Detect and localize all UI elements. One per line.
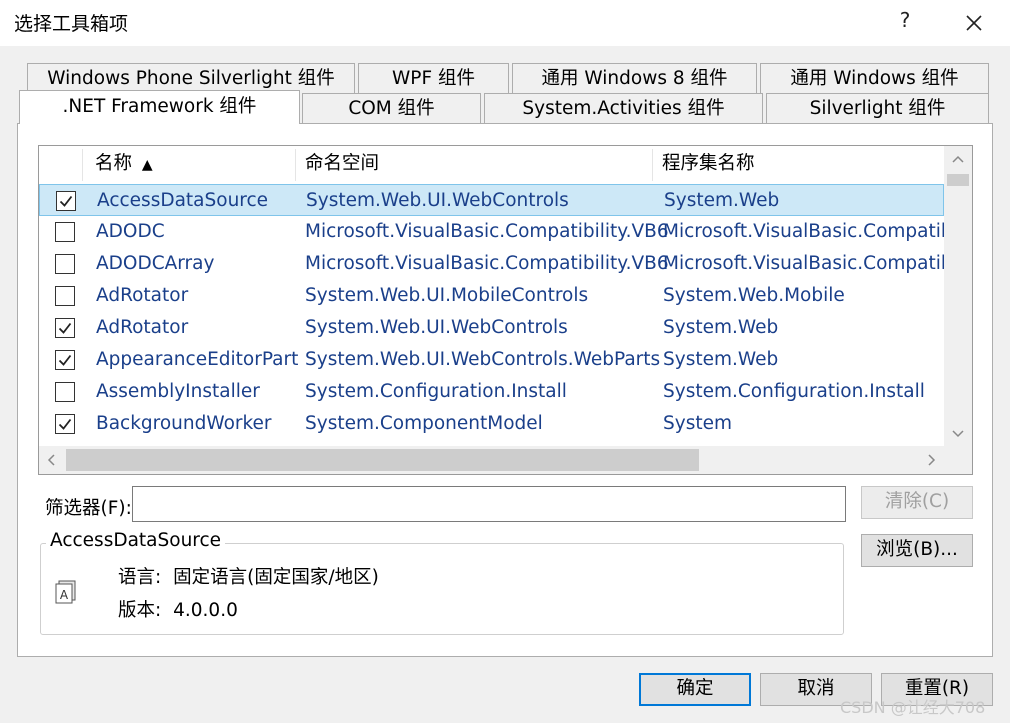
row-checkbox[interactable]: [55, 350, 75, 370]
tab-silverlight[interactable]: Silverlight 组件: [766, 93, 989, 123]
row-namespace: System.Web.UI.WebControls: [306, 190, 569, 211]
list-row[interactable]: AppearanceEditorPart System.Web.UI.WebCon…: [39, 344, 944, 376]
scroll-down-icon[interactable]: [944, 421, 972, 447]
tab-universal-windows-8[interactable]: 通用 Windows 8 组件: [512, 63, 757, 93]
row-namespace: System.Configuration.Install: [305, 381, 567, 402]
components-list[interactable]: 名称 ▲ 命名空间 程序集名称 AccessDataSource System.W…: [38, 145, 973, 475]
row-namespace: System.Web.UI.MobileControls: [305, 285, 589, 306]
column-header-namespace[interactable]: 命名空间: [305, 146, 645, 183]
row-name: ADODCArray: [96, 253, 215, 274]
row-checkbox[interactable]: [55, 414, 75, 434]
column-header-name[interactable]: 名称 ▲: [95, 146, 295, 183]
row-name: BackgroundWorker: [96, 413, 272, 434]
row-checkbox[interactable]: [55, 382, 75, 402]
scroll-right-icon[interactable]: [918, 446, 944, 474]
close-icon: [966, 15, 982, 31]
list-header: 名称 ▲ 命名空间 程序集名称: [39, 146, 944, 183]
row-checkbox[interactable]: [55, 286, 75, 306]
column-header-assembly[interactable]: 程序集名称: [662, 146, 942, 183]
checkmark-icon: [58, 322, 72, 334]
vertical-scroll-thumb[interactable]: [947, 174, 969, 186]
svg-text:A: A: [60, 588, 69, 602]
tab-wpf[interactable]: WPF 组件: [358, 63, 509, 93]
language-value: 固定语言(固定国家/地区): [173, 567, 379, 588]
tab-universal-windows[interactable]: 通用 Windows 组件: [760, 63, 989, 93]
language-row: 语言: 固定语言(固定国家/地区): [118, 563, 379, 589]
row-assembly: Microsoft.VisualBasic.Compatibil: [663, 221, 963, 242]
window-title: 选择工具箱项: [14, 13, 129, 35]
row-checkbox[interactable]: [55, 318, 75, 338]
column-name-label: 名称: [95, 153, 133, 174]
row-checkbox[interactable]: [55, 254, 75, 274]
title-bar: [0, 0, 1010, 46]
list-row[interactable]: AccessDataSource System.Web.UI.WebControl…: [39, 184, 944, 216]
list-row[interactable]: AdRotator System.Web.UI.MobileControls Sys…: [39, 280, 944, 312]
help-button[interactable]: ?: [893, 8, 917, 32]
checkmark-icon: [58, 418, 72, 430]
row-assembly: System.Web.Mobile: [663, 285, 845, 306]
version-value: 4.0.0.0: [173, 600, 238, 621]
row-name: AdRotator: [96, 317, 189, 338]
checkmark-icon: [59, 195, 73, 207]
row-name: ADODC: [96, 221, 165, 242]
language-label: 语言:: [118, 567, 162, 588]
list-row[interactable]: BackgroundWorker System.ComponentModel Sys…: [39, 408, 944, 440]
row-namespace: Microsoft.VisualBasic.Compatibility.VB6: [305, 221, 669, 242]
row-namespace: System.ComponentModel: [305, 413, 543, 434]
sort-ascending-icon: ▲: [141, 157, 153, 173]
browse-button[interactable]: 浏览(B)...: [861, 534, 973, 567]
version-row: 版本: 4.0.0.0: [118, 596, 238, 622]
row-checkbox[interactable]: [56, 191, 76, 211]
row-assembly: System.Configuration.Install: [663, 381, 925, 402]
vertical-scrollbar[interactable]: [944, 146, 972, 446]
row-assembly: System: [663, 413, 732, 434]
horizontal-scrollbar[interactable]: [39, 446, 944, 474]
row-namespace: System.Web.UI.WebControls: [305, 317, 568, 338]
row-assembly: System.Web: [663, 349, 779, 370]
row-name: AssemblyInstaller: [96, 381, 260, 402]
list-row[interactable]: ADODCArray Microsoft.VisualBasic.Compatib…: [39, 248, 963, 280]
row-assembly: System.Web: [664, 190, 780, 211]
list-row[interactable]: ADODC Microsoft.VisualBasic.Compatibility…: [39, 216, 963, 248]
component-assembly-icon: A: [53, 578, 79, 608]
row-namespace: System.Web.UI.WebControls.WebParts: [305, 349, 661, 370]
row-name: AdRotator: [96, 285, 189, 306]
scroll-up-icon[interactable]: [944, 146, 972, 172]
row-namespace: Microsoft.VisualBasic.Compatibility.VB6: [305, 253, 669, 274]
tab-net-framework[interactable]: .NET Framework 组件: [19, 90, 300, 124]
filter-input[interactable]: [132, 486, 846, 522]
watermark: CSDN @让经大708: [840, 698, 986, 717]
tab-windows-phone-silverlight[interactable]: Windows Phone Silverlight 组件: [27, 63, 355, 93]
row-assembly: Microsoft.VisualBasic.Compatibil: [663, 253, 963, 274]
row-checkbox[interactable]: [55, 222, 75, 242]
horizontal-scroll-thumb[interactable]: [66, 449, 699, 471]
version-label: 版本:: [118, 600, 162, 621]
list-row[interactable]: AdRotator System.Web.UI.WebControls System…: [39, 312, 944, 344]
ok-button[interactable]: 确定: [639, 673, 751, 706]
clear-button[interactable]: 清除(C): [861, 486, 973, 519]
row-name: AccessDataSource: [97, 190, 269, 211]
close-button[interactable]: [957, 6, 991, 40]
tab-system-activities[interactable]: System.Activities 组件: [484, 93, 763, 123]
list-row[interactable]: AssemblyInstaller System.Configuration.In…: [39, 376, 944, 408]
row-assembly: System.Web: [663, 317, 779, 338]
scroll-left-icon[interactable]: [39, 446, 65, 474]
scrollbar-corner: [944, 446, 972, 474]
tab-com[interactable]: COM 组件: [302, 93, 481, 123]
checkmark-icon: [58, 354, 72, 366]
details-title: AccessDataSource: [46, 530, 226, 551]
row-name: AppearanceEditorPart: [96, 349, 299, 370]
filter-label: 筛选器(F):: [45, 498, 132, 519]
